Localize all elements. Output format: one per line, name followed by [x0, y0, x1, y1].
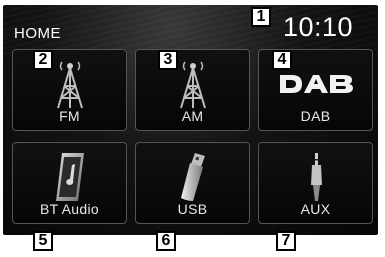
callout-5: 5 — [33, 231, 53, 251]
tile-label: DAB — [300, 108, 331, 124]
callout-2: 2 — [33, 50, 53, 70]
callout-7: 7 — [276, 231, 296, 251]
fm-source-button[interactable]: FM — [12, 49, 127, 131]
music-player-icon — [13, 149, 126, 204]
radio-tower-icon — [13, 56, 126, 111]
callout-1: 1 — [251, 7, 271, 27]
tile-label: FM — [59, 108, 80, 124]
aux-cable-icon — [259, 149, 372, 204]
clock-display: 10:10 — [283, 12, 354, 42]
aux-source-button[interactable]: AUX — [258, 142, 373, 224]
tile-label: AM — [181, 108, 204, 124]
tile-label: AUX — [300, 201, 331, 217]
tile-label: USB — [177, 201, 208, 217]
usb-source-button[interactable]: USB — [135, 142, 250, 224]
am-source-button[interactable]: AM — [135, 49, 250, 131]
callout-6: 6 — [156, 231, 176, 251]
callout-4: 4 — [272, 50, 292, 70]
usb-drive-icon — [136, 149, 249, 204]
page-title: HOME — [14, 25, 61, 42]
bt-audio-source-button[interactable]: BT Audio — [12, 142, 127, 224]
radio-tower-icon — [136, 56, 249, 111]
home-screen: HOME 10:10 FM AM DAB BT Audio USB AUX — [3, 5, 378, 235]
tile-label: BT Audio — [40, 201, 99, 217]
callout-3: 3 — [158, 50, 178, 70]
